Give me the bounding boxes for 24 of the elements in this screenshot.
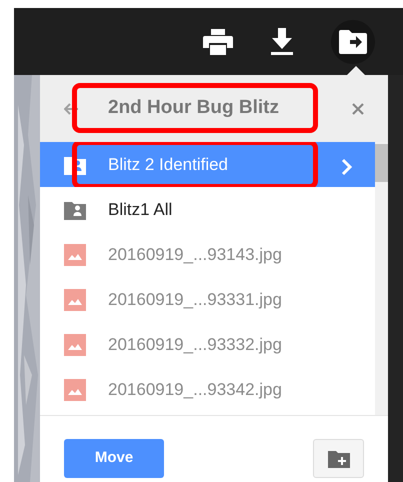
download-icon[interactable] bbox=[271, 28, 293, 56]
new-folder-icon bbox=[328, 450, 350, 468]
scrollbar-thumb[interactable] bbox=[375, 144, 388, 182]
new-folder-button[interactable] bbox=[313, 439, 364, 478]
image-icon bbox=[64, 334, 86, 356]
item-label: 20160919_...93332.jpg bbox=[108, 334, 282, 356]
item-label: Blitz1 All bbox=[108, 198, 172, 221]
folder-list-item[interactable]: Blitz 2 Identified bbox=[40, 142, 375, 187]
chevron-right-icon bbox=[341, 158, 353, 176]
image-icon bbox=[64, 288, 86, 310]
item-label: Blitz 2 Identified bbox=[108, 154, 228, 176]
item-label: 20160919_...93342.jpg bbox=[108, 378, 282, 401]
folder-arrow-icon bbox=[339, 30, 367, 54]
shared-folder-icon bbox=[64, 200, 86, 220]
dialog-title: 2nd Hour Bug Blitz bbox=[108, 96, 279, 120]
item-label: 20160919_...93331.jpg bbox=[108, 288, 282, 311]
print-icon[interactable] bbox=[203, 28, 233, 54]
item-label: 20160919_...93143.jpg bbox=[108, 244, 282, 266]
image-icon bbox=[64, 378, 86, 400]
close-icon[interactable] bbox=[352, 103, 364, 115]
move-button[interactable] bbox=[331, 20, 375, 64]
move-button[interactable]: Move bbox=[64, 439, 164, 478]
image-icon bbox=[64, 244, 86, 266]
back-arrow-icon[interactable] bbox=[64, 102, 78, 114]
